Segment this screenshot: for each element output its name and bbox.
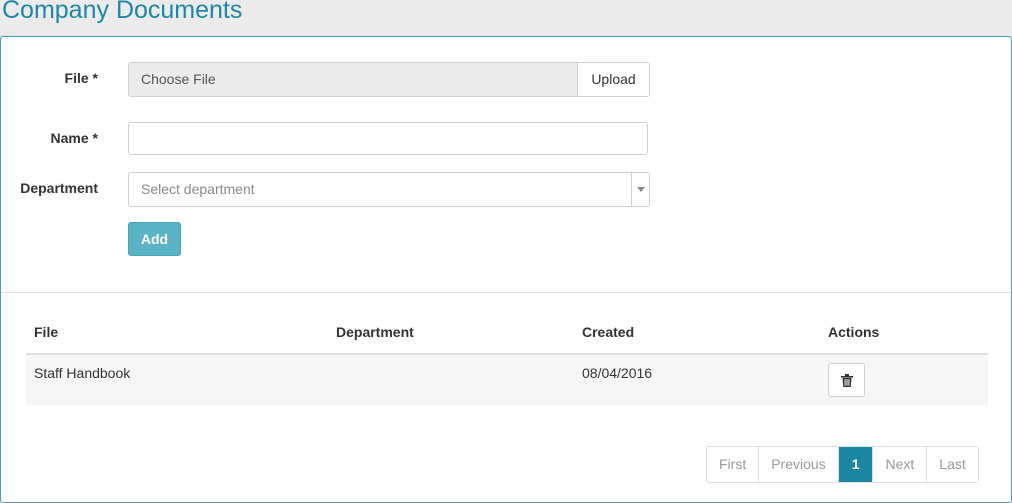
department-label: Department <box>20 180 98 196</box>
pagination: First Previous 1 Next Last <box>706 446 979 483</box>
caret-down-icon <box>631 173 649 206</box>
column-header-file: File <box>34 324 59 340</box>
page-title: Company Documents <box>2 0 243 24</box>
file-label: File * <box>64 70 98 86</box>
name-label: Name * <box>50 130 98 146</box>
pagination-last[interactable]: Last <box>926 447 978 482</box>
add-button[interactable]: Add <box>128 222 181 256</box>
file-picker: Choose File Upload <box>128 62 650 97</box>
department-placeholder: Select department <box>141 181 255 197</box>
trash-icon <box>840 373 853 387</box>
documents-panel: File * Choose File Upload Name * Departm… <box>0 36 1012 503</box>
department-select[interactable]: Select department <box>128 172 650 207</box>
upload-button[interactable]: Upload <box>577 63 649 96</box>
name-input[interactable] <box>128 122 648 155</box>
column-header-department: Department <box>336 324 414 340</box>
table-header: File Department Created Actions <box>26 317 988 355</box>
choose-file-button[interactable]: Choose File <box>129 63 577 96</box>
column-header-created: Created <box>582 324 635 340</box>
row-file-name: Staff Handbook <box>34 365 131 381</box>
divider <box>1 292 1011 293</box>
pagination-page-1[interactable]: 1 <box>837 447 873 482</box>
delete-button[interactable] <box>828 363 865 397</box>
pagination-previous[interactable]: Previous <box>758 447 838 482</box>
pagination-first[interactable]: First <box>707 447 759 482</box>
documents-table: File Department Created Actions Staff Ha… <box>26 317 988 405</box>
column-header-actions: Actions <box>828 324 880 340</box>
pagination-next[interactable]: Next <box>872 447 927 482</box>
table-row: Staff Handbook 08/04/2016 <box>26 355 988 405</box>
row-created: 08/04/2016 <box>582 365 653 381</box>
